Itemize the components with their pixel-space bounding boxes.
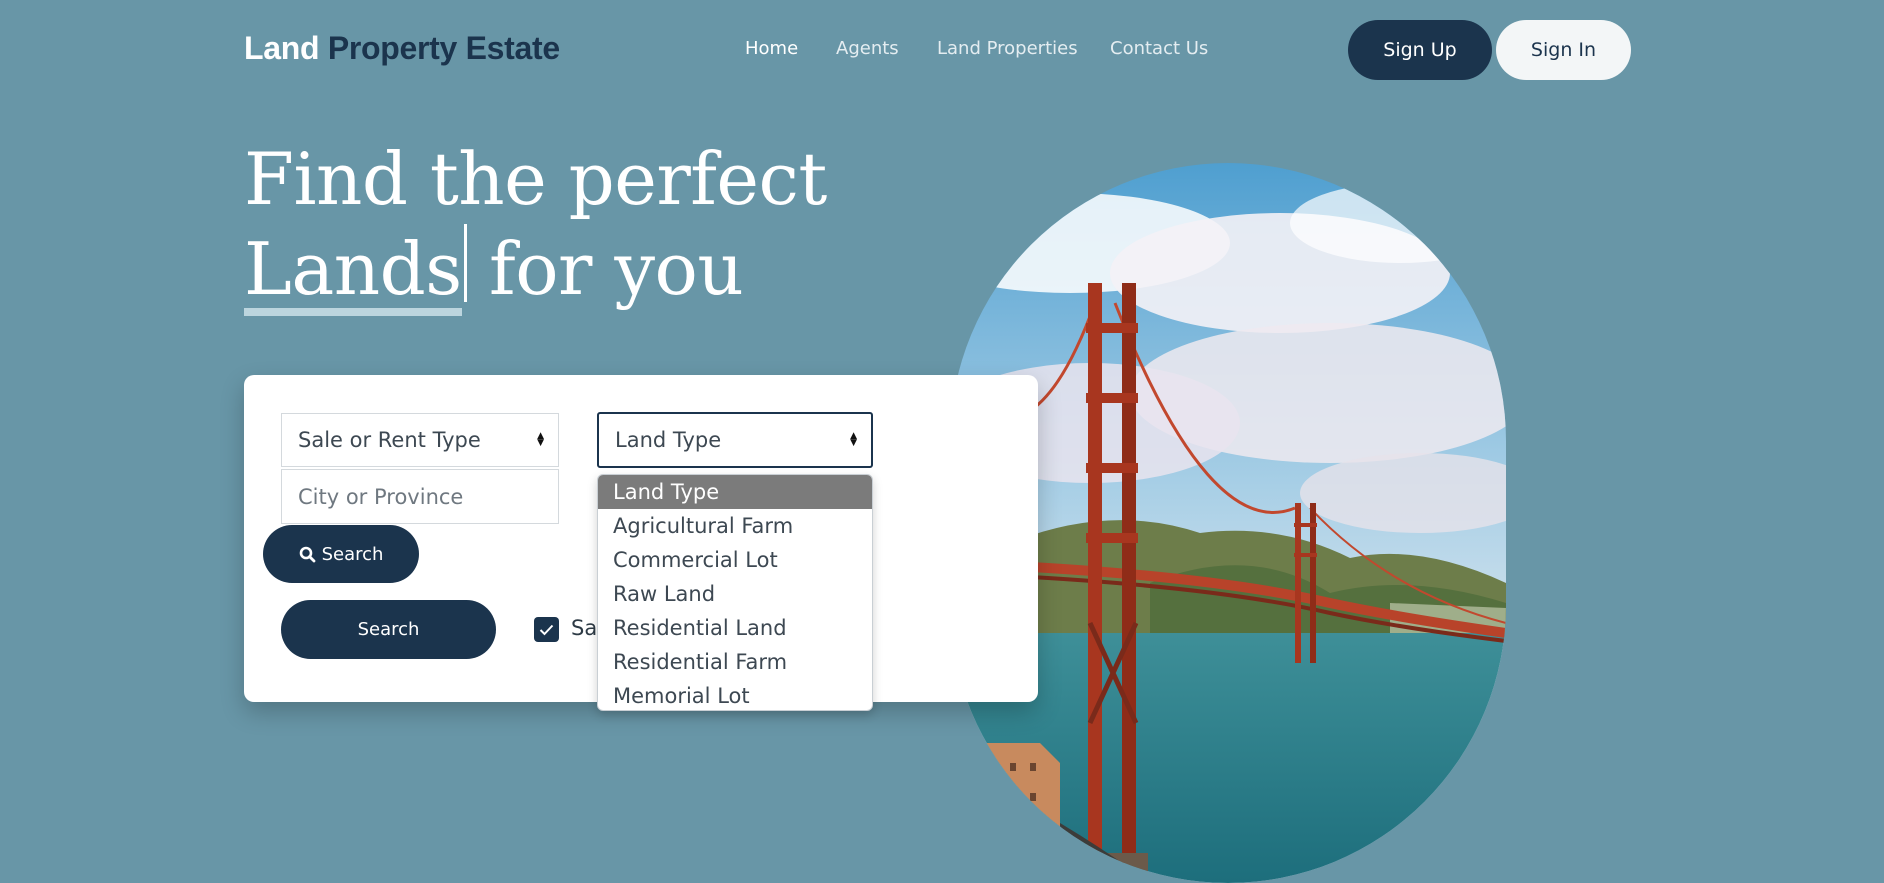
dropdown-option-residential-land[interactable]: Residential Land (598, 611, 872, 645)
dropdown-option-memorial-lot[interactable]: Memorial Lot (598, 679, 872, 710)
brand-part-2: Property Estate (327, 30, 560, 66)
brand-part-1: Land (244, 30, 320, 66)
hero-heading: Find the perfect Lands for you (244, 134, 827, 316)
hero-line-1: Find the perfect (244, 137, 827, 221)
sale-rent-type-value: Sale or Rent Type (298, 428, 481, 452)
hero-highlight-word: Lands (244, 224, 462, 316)
dropdown-option-raw-land[interactable]: Raw Land (598, 577, 872, 611)
search-icon-button-label: Search (321, 543, 384, 565)
sign-in-button[interactable]: Sign In (1496, 20, 1631, 80)
highlight-underline (244, 308, 462, 316)
nav-land-properties[interactable]: Land Properties (937, 38, 1078, 59)
select-arrows-icon: ▲ ▼ (850, 431, 857, 448)
dropdown-option-residential-farm[interactable]: Residential Farm (598, 645, 872, 679)
dropdown-option-commercial-lot[interactable]: Commercial Lot (598, 543, 872, 577)
dropdown-option-agricultural-farm[interactable]: Agricultural Farm (598, 509, 872, 543)
select-arrows-icon: ▲ ▼ (537, 431, 544, 448)
nav-contact-us[interactable]: Contact Us (1110, 38, 1208, 59)
check-icon (539, 624, 554, 635)
nav-home[interactable]: Home (745, 38, 798, 59)
dropdown-option-land-type[interactable]: Land Type (598, 475, 872, 509)
city-province-input[interactable] (281, 469, 559, 524)
search-icon-button[interactable]: Search (263, 525, 419, 583)
land-type-value: Land Type (615, 428, 722, 452)
hero-line-2-rest: for you (466, 227, 744, 311)
save-checkbox[interactable] (534, 617, 559, 642)
search-icon (299, 546, 315, 562)
sale-rent-type-select[interactable]: Sale or Rent Type ▲ ▼ (281, 413, 559, 467)
site-logo[interactable]: Land Property Estate (244, 30, 560, 67)
hero-line-2: Lands for you (244, 224, 827, 316)
search-button[interactable]: Search (281, 600, 496, 659)
land-type-dropdown: Land Type Agricultural Farm Commercial L… (597, 474, 873, 711)
nav-agents[interactable]: Agents (836, 38, 899, 59)
sign-up-button[interactable]: Sign Up (1348, 20, 1492, 80)
land-type-select[interactable]: Land Type ▲ ▼ (597, 412, 873, 468)
